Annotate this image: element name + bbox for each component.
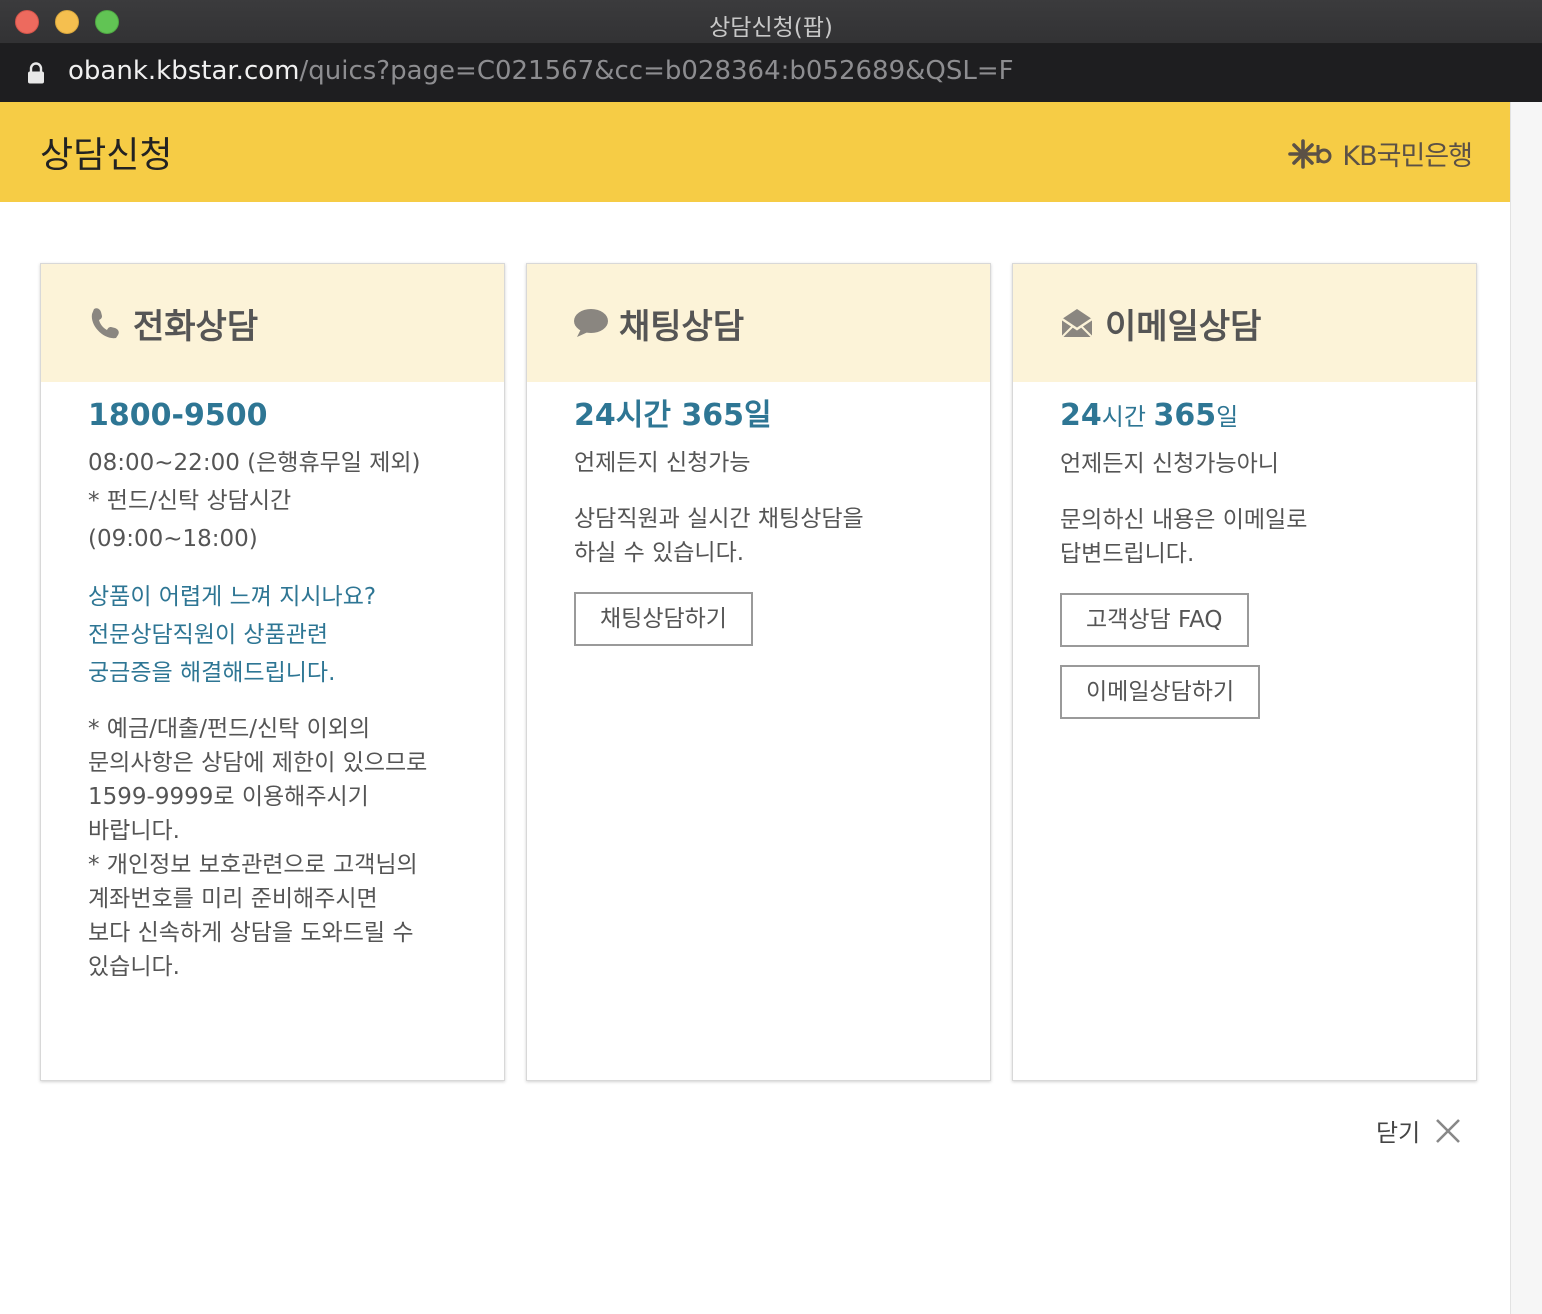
start-chat-button[interactable]: 채팅상담하기	[574, 592, 753, 646]
availability-sub: 언제든지 신청가능	[574, 450, 751, 476]
availability-hours: 24시간 365일	[1060, 396, 1442, 437]
availability-hours: 24시간 365일	[574, 396, 956, 436]
card-body: 24시간 365일 언제든지 신청가능 상담직원과 실시간 채팅상담을 하실 수…	[527, 382, 990, 646]
card-title: 채팅상담	[619, 306, 745, 347]
close-button[interactable]: 닫기	[1376, 1113, 1462, 1148]
promo-line: 궁금증을 해결해드립니다.	[88, 660, 336, 686]
kb-star-icon	[1288, 138, 1332, 169]
close-label: 닫기	[1376, 1119, 1421, 1147]
days-unit: 일	[744, 398, 772, 433]
brand-logo: KB국민은행	[1286, 134, 1473, 173]
notice-line: 있습니다.	[88, 954, 180, 980]
description-line: 하실 수 있습니다.	[574, 540, 745, 566]
hours-number: 24	[574, 398, 616, 433]
description-line: 상담직원과 실시간 채팅상담을	[574, 506, 864, 532]
lock-icon	[28, 62, 44, 84]
url-text[interactable]: obank.kbstar.com/quics?page=C021567&cc=b…	[68, 56, 1014, 86]
card-header: 채팅상담	[527, 264, 990, 382]
notice-line: * 개인정보 보호관련으로 고객님의	[88, 852, 418, 878]
hours-number: 24	[1060, 398, 1102, 433]
card-body: 1800-9500 08:00~22:00 (은행휴무일 제외) * 펀드/신탁…	[41, 382, 504, 984]
brand-name: KB국민은행	[1342, 141, 1473, 172]
address-bar[interactable]: obank.kbstar.com/quics?page=C021567&cc=b…	[0, 44, 1542, 102]
description-line: 문의하신 내용은 이메일로	[1060, 507, 1308, 533]
days-number: 365	[681, 398, 745, 433]
notice-line: 계좌번호를 미리 준비해주시면	[88, 886, 378, 912]
promo-line: 전문상담직원이 상품관련	[88, 622, 329, 648]
card-title: 전화상담	[133, 306, 259, 347]
description-line: 답변드립니다.	[1060, 541, 1195, 567]
fund-hours-label: * 펀드/신탁 상담시간	[88, 488, 292, 514]
window-titlebar: 상담신청(팝)	[0, 0, 1542, 44]
send-email-button[interactable]: 이메일상담하기	[1060, 665, 1261, 719]
card-header: 이메일상담	[1013, 264, 1476, 382]
page-header: 상담신청 KB국민은행	[0, 102, 1510, 202]
hours-unit: 시간	[1101, 403, 1154, 431]
url-host: obank.kbstar.com	[68, 56, 300, 86]
phone-icon	[91, 308, 119, 339]
scrollbar-gutter[interactable]	[1510, 102, 1542, 1314]
phone-number[interactable]: 1800-9500	[88, 396, 470, 436]
availability-sub: 언제든지 신청가능아니	[1060, 451, 1279, 477]
notice-line: 바랍니다.	[88, 818, 180, 844]
notice-line: * 예금/대출/펀드/신탁 이외의	[88, 716, 371, 742]
notice-line: 문의사항은 상담에 제한이 있으므로	[88, 750, 428, 776]
email-consult-card: 이메일상담 24시간 365일 언제든지 신청가능아니 문의하신 내용은 이메일…	[1012, 263, 1477, 1081]
url-path: /quics?page=C021567&cc=b028364:b052689&Q…	[299, 56, 1014, 86]
card-header: 전화상담	[41, 264, 504, 382]
days-number: 365	[1153, 398, 1217, 433]
fund-hours-value: (09:00~18:00)	[88, 526, 258, 552]
hours-unit: 시간	[615, 398, 682, 433]
faq-button[interactable]: 고객상담 FAQ	[1060, 593, 1249, 647]
page-title: 상담신청	[40, 135, 173, 176]
days-unit: 일	[1216, 403, 1239, 431]
chat-bubble-icon	[574, 309, 608, 337]
notice-line: 보다 신속하게 상담을 도와드릴 수	[88, 920, 414, 946]
service-hours: 08:00~22:00 (은행휴무일 제외)	[88, 450, 421, 476]
chat-consult-card: 채팅상담 24시간 365일 언제든지 신청가능 상담직원과 실시간 채팅상담을…	[526, 263, 991, 1081]
close-icon	[1436, 1118, 1461, 1143]
card-title: 이메일상담	[1105, 306, 1262, 347]
notice-line: 1599-9999로 이용해주시기	[88, 784, 369, 810]
window-title: 상담신청(팝)	[709, 15, 833, 41]
phone-consult-card: 전화상담 1800-9500 08:00~22:00 (은행휴무일 제외) * …	[40, 263, 505, 1081]
card-body: 24시간 365일 언제든지 신청가능아니 문의하신 내용은 이메일로 답변드립…	[1013, 382, 1476, 719]
promo-line: 상품이 어렵게 느껴 지시나요?	[88, 584, 377, 610]
envelope-icon	[1061, 309, 1093, 338]
